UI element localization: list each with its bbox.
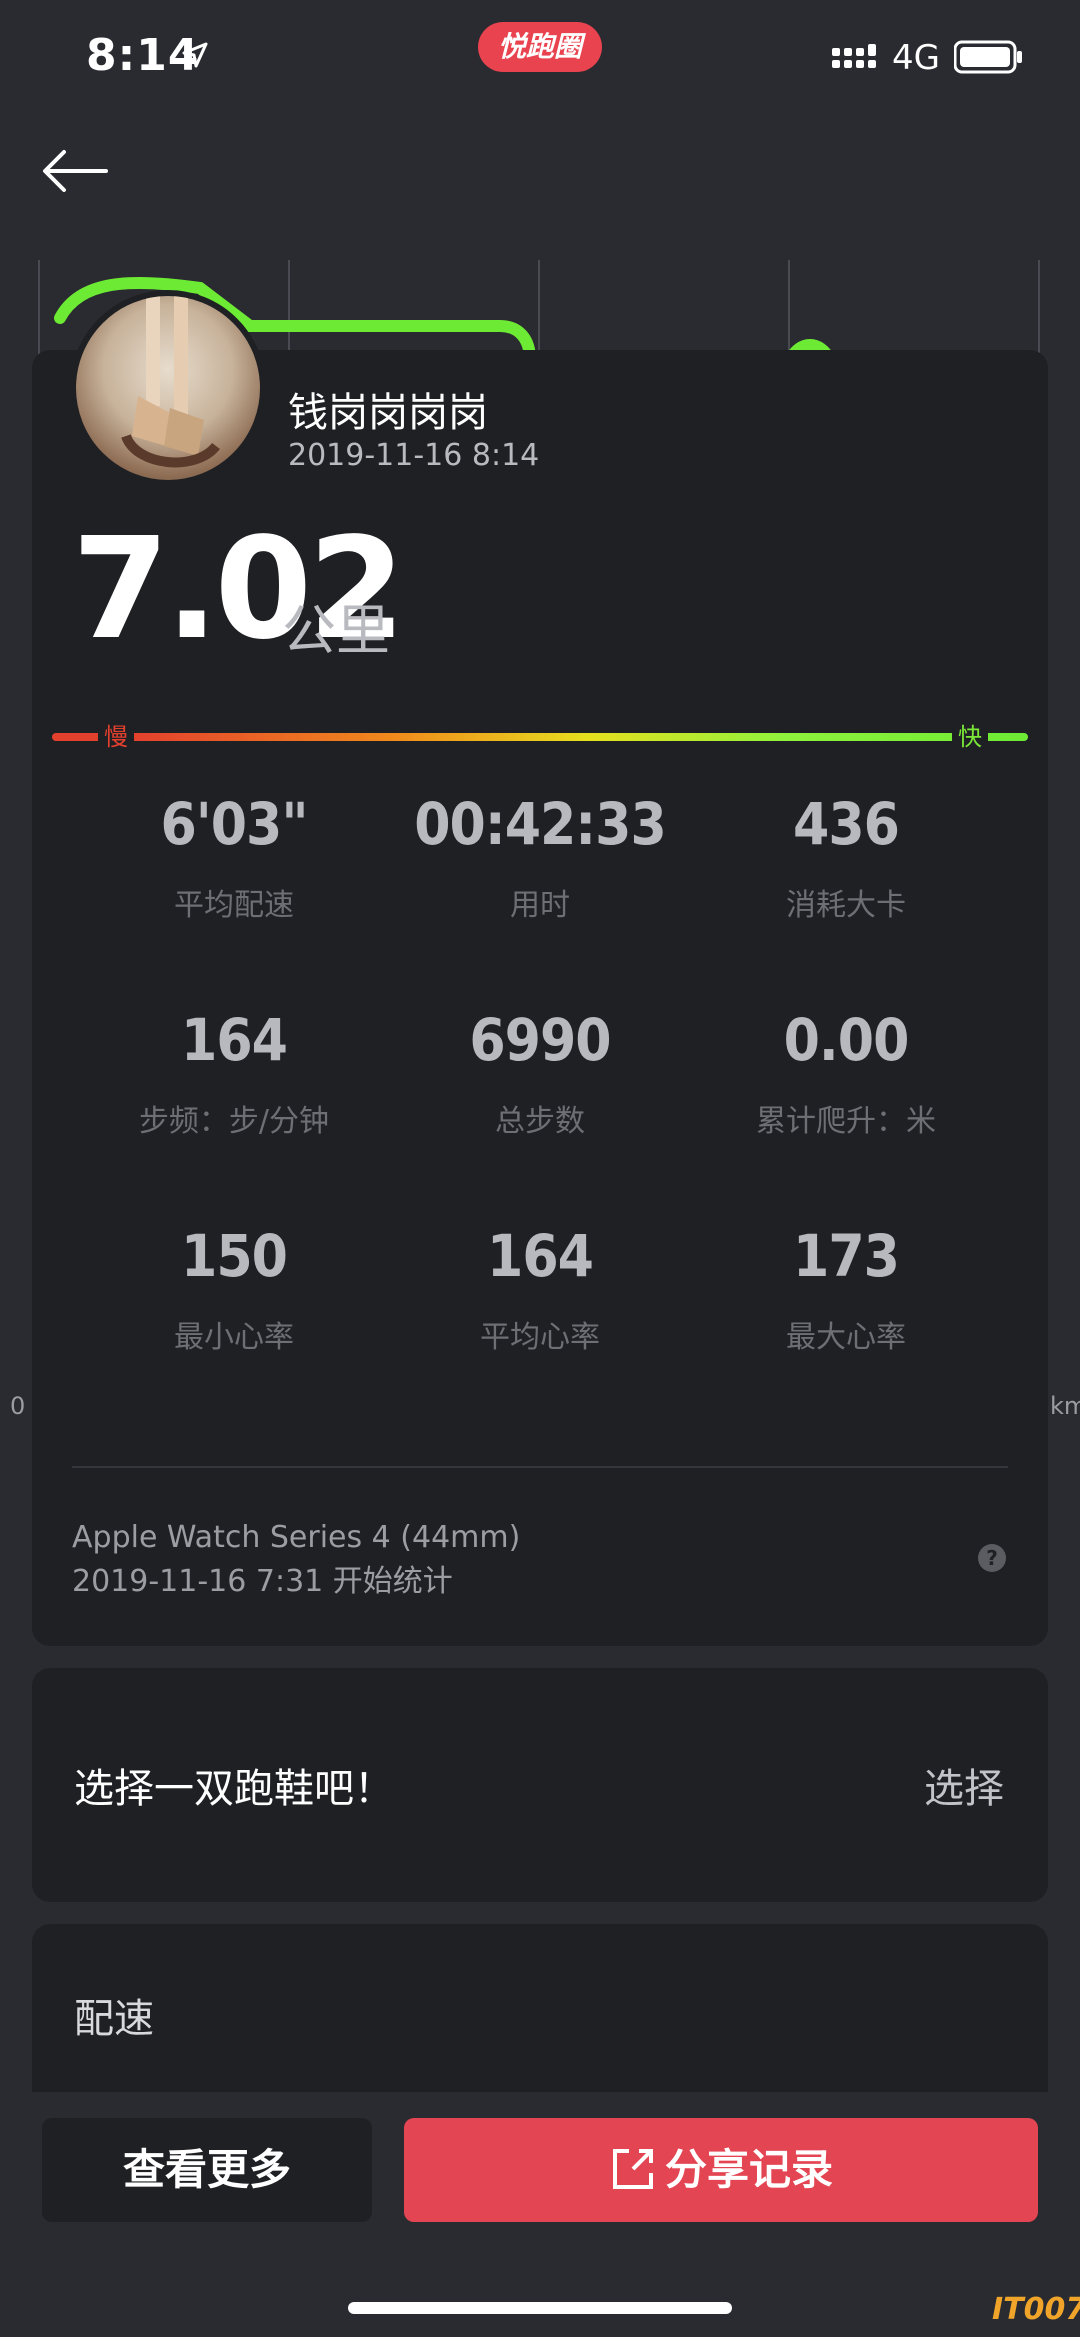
home-indicator[interactable] xyxy=(348,2302,732,2314)
speed-slow-label: 慢 xyxy=(98,722,134,752)
avatar-image xyxy=(121,296,220,468)
stat-min-heart-rate: 150 最小心率 xyxy=(84,1222,384,1356)
share-icon xyxy=(612,2148,653,2189)
stat-cadence: 164 步频：步/分钟 xyxy=(84,1006,384,1140)
speed-gradient xyxy=(52,733,1028,741)
run-date: 2019-11-16 8:14 xyxy=(288,438,540,473)
stat-value: 150 xyxy=(181,1222,288,1290)
avatar[interactable] xyxy=(70,290,266,486)
chart-axis-start: 0 xyxy=(10,1392,26,1420)
stat-label: 最小心率 xyxy=(174,1320,294,1355)
stat-label: 平均配速 xyxy=(174,888,294,923)
user-name: 钱岗岗岗岗 xyxy=(288,390,488,436)
network-label: 4G xyxy=(892,38,940,78)
shoe-prompt: 选择一双跑鞋吧！ xyxy=(74,1766,394,1812)
stat-label: 用时 xyxy=(510,888,570,923)
shoe-selection-card[interactable]: 选择一双跑鞋吧！ 选择 xyxy=(32,1668,1048,1902)
app-badge: 悦跑圈 xyxy=(478,22,602,72)
stat-value: 6'03" xyxy=(160,790,308,858)
stat-elevation-gain: 0.00 累计爬升：米 xyxy=(696,1006,996,1140)
stat-duration: 00:42:33 用时 xyxy=(390,790,690,924)
stat-avg-heart-rate: 164 平均心率 xyxy=(390,1222,690,1356)
divider xyxy=(72,1466,1008,1468)
signal-icon xyxy=(832,44,876,68)
watermark-logo: IT007 xyxy=(992,2292,1080,2327)
stat-label: 步频：步/分钟 xyxy=(138,1104,330,1139)
pace-title: 配速 xyxy=(74,1996,154,2042)
stat-value: 164 xyxy=(181,1006,288,1074)
location-arrow-icon xyxy=(182,42,208,68)
share-record-button[interactable]: 分享记录 xyxy=(404,2118,1038,2222)
share-label: 分享记录 xyxy=(664,2145,833,2194)
stat-label: 总步数 xyxy=(495,1104,585,1139)
stat-value: 164 xyxy=(487,1222,594,1290)
stat-calories: 436 消耗大卡 xyxy=(696,790,996,924)
stat-value: 00:42:33 xyxy=(414,790,667,858)
stat-label: 平均心率 xyxy=(480,1320,600,1355)
stat-avg-pace: 6'03" 平均配速 xyxy=(84,790,384,924)
stat-label: 累计爬升：米 xyxy=(756,1104,936,1139)
stat-value: 173 xyxy=(793,1222,900,1290)
chart-axis-end: km xyxy=(1050,1392,1080,1420)
device-start-time: 2019-11-16 7:31 开始统计 xyxy=(72,1564,453,1599)
stat-value: 436 xyxy=(793,790,900,858)
stat-value: 0.00 xyxy=(783,1006,910,1074)
speed-fast-label: 快 xyxy=(952,722,988,752)
stat-label: 消耗大卡 xyxy=(786,888,906,923)
distance-unit: 公里 xyxy=(282,599,390,662)
view-more-button[interactable]: 查看更多 xyxy=(42,2118,372,2222)
bottom-action-bar: 查看更多 分享记录 xyxy=(0,2092,1080,2337)
status-bar: 8:14 悦跑圈 4G xyxy=(0,0,1080,120)
shoe-select-button[interactable]: 选择 xyxy=(924,1756,1004,1814)
battery-icon xyxy=(954,40,1022,74)
back-arrow-icon[interactable] xyxy=(40,146,110,196)
stat-max-heart-rate: 173 最大心率 xyxy=(696,1222,996,1356)
speed-legend-bar: 慢 快 xyxy=(52,722,1028,752)
stat-value: 6990 xyxy=(469,1006,611,1074)
stat-label: 最大心率 xyxy=(786,1320,906,1355)
run-summary-card: 钱岗岗岗岗 2019-11-16 8:14 7.02 公里 慢 快 6'03" … xyxy=(32,290,1048,1646)
stat-total-steps: 6990 总步数 xyxy=(390,1006,690,1140)
help-icon[interactable]: ? xyxy=(978,1544,1006,1572)
device-name: Apple Watch Series 4 (44mm) xyxy=(72,1520,521,1555)
